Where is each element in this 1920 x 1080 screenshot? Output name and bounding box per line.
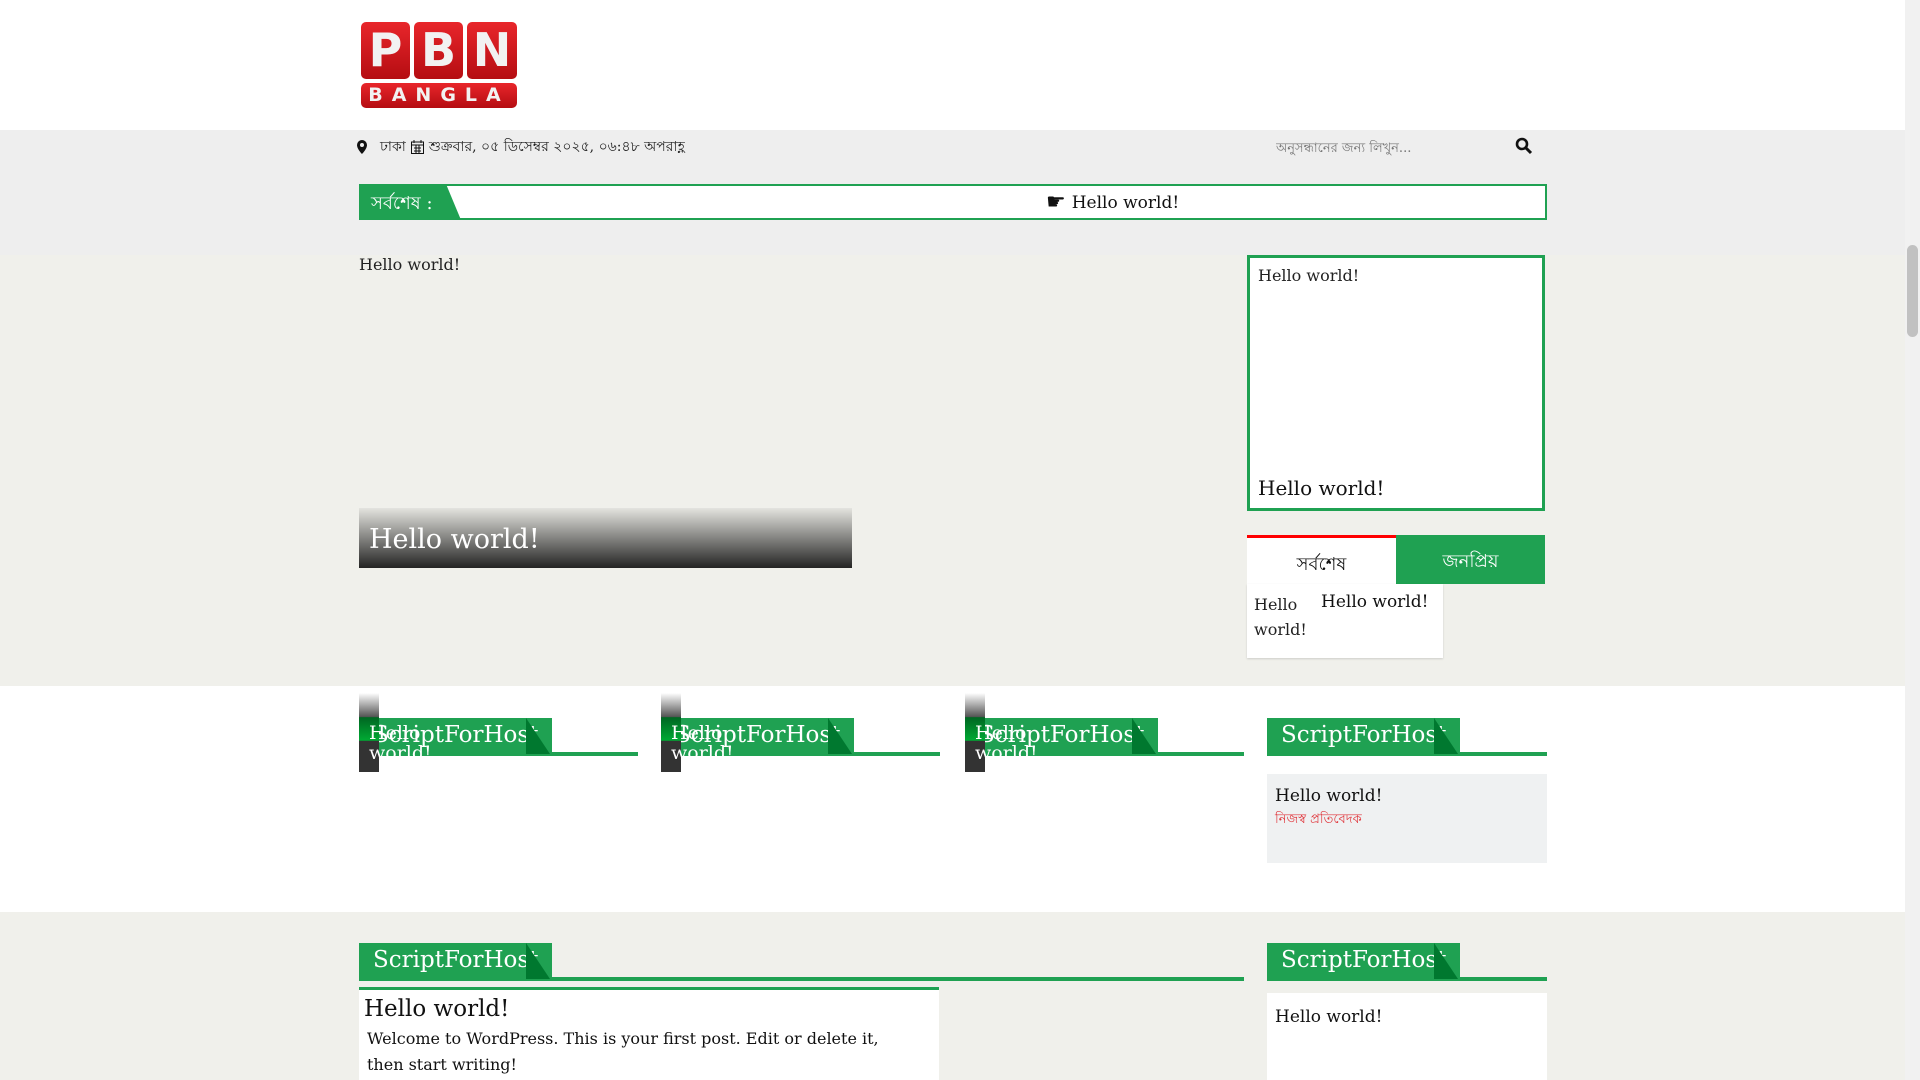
pointing-hand-icon: ☛ (1046, 190, 1066, 215)
featured-caption[interactable]: Hello world! (359, 508, 852, 568)
post-thumbnail[interactable]: Hello world! (661, 693, 734, 772)
section-title[interactable]: ScriptForHost (359, 943, 553, 981)
search-button[interactable] (1515, 137, 1539, 159)
site-logo[interactable]: P B N BANGLA (361, 22, 517, 108)
scrollbar[interactable] (1905, 0, 1920, 1080)
list-item[interactable]: Hello world! (1267, 993, 1547, 1080)
post-excerpt: Welcome to WordPress. This is your first… (367, 1029, 879, 1074)
news-ticker: সর্বশেষ : ☛ Hello world! (359, 184, 1547, 220)
post-card[interactable]: Hello world! Welcome to WordPress. This … (359, 987, 939, 1080)
section-header: ScriptForHost (1267, 943, 1547, 981)
date-line: ঢাকা শুক্রবার, ০৫ ডিসেম্বর ২০২৫, ০৬:৪৮ অ… (357, 137, 685, 157)
thumb-alt: Hello world! (671, 722, 734, 764)
ticker-item-title: Hello world! (1071, 192, 1180, 213)
post-card[interactable]: Hello world! নিজস্ব প্রতিবেদক (1267, 774, 1547, 863)
map-marker-icon (357, 140, 367, 154)
thumb-alt: Hello world! (975, 722, 1038, 764)
post-title[interactable]: Hello world! (364, 996, 934, 1022)
section-header: ScriptForHost (359, 943, 1244, 981)
tab-popular[interactable]: জনপ্রিয় (1396, 535, 1545, 584)
post-thumbnail[interactable]: Hello world! (965, 693, 1038, 772)
calendar-icon (410, 140, 424, 154)
list-item-image: Hello world! (1254, 595, 1307, 639)
scrollbar-thumb[interactable] (1907, 245, 1918, 337)
post-thumbnail[interactable]: Hello world! (359, 693, 432, 772)
section-title[interactable]: ScriptForHost (1267, 718, 1461, 756)
side-featured-image: Hello world! (1258, 266, 1360, 285)
post-title[interactable]: Hello world! (1275, 786, 1539, 806)
ticker-item[interactable]: ☛ Hello world! (1046, 190, 1179, 215)
category-section (0, 686, 1905, 912)
search-input[interactable] (1270, 134, 1550, 162)
featured-post[interactable]: Hello world! Hello world! (359, 255, 852, 568)
current-date: শুক্রবার, ০৫ ডিসেম্বর ২০২৫, ০৬:৪৮ অপরাহ্… (428, 139, 685, 155)
search-icon (1515, 137, 1533, 155)
featured-image: Hello world! (359, 255, 461, 274)
thumb-alt: Hello world! (369, 722, 432, 764)
tab-bar: সর্বশেষ জনপ্রিয় (1247, 535, 1545, 584)
post-author: নিজস্ব প্রতিবেদক (1275, 812, 1362, 827)
list-item[interactable]: Hello world! Hello world! (1247, 584, 1443, 658)
side-featured-title[interactable]: Hello world! (1258, 476, 1384, 500)
logo-subtitle: BANGLA (361, 83, 517, 108)
side-featured-post[interactable]: Hello world! Hello world! (1247, 255, 1545, 511)
site-header: P B N BANGLA (0, 0, 1905, 130)
logo-letter: N (467, 22, 517, 79)
section-header: ScriptForHost (1267, 718, 1547, 756)
ticker-label: সর্বশেষ : (361, 184, 461, 220)
tab-latest[interactable]: সর্বশেষ (1247, 535, 1396, 584)
logo-letter: B (414, 22, 463, 79)
section-title[interactable]: ScriptForHost (1267, 943, 1461, 981)
location: ঢাকা (380, 139, 406, 155)
bottom-section (0, 912, 1905, 1080)
list-item-title[interactable]: Hello world! (1321, 592, 1428, 612)
main-section (0, 255, 1905, 686)
list-item-title[interactable]: Hello world! (1275, 1007, 1382, 1027)
logo-letter: P (361, 22, 410, 79)
